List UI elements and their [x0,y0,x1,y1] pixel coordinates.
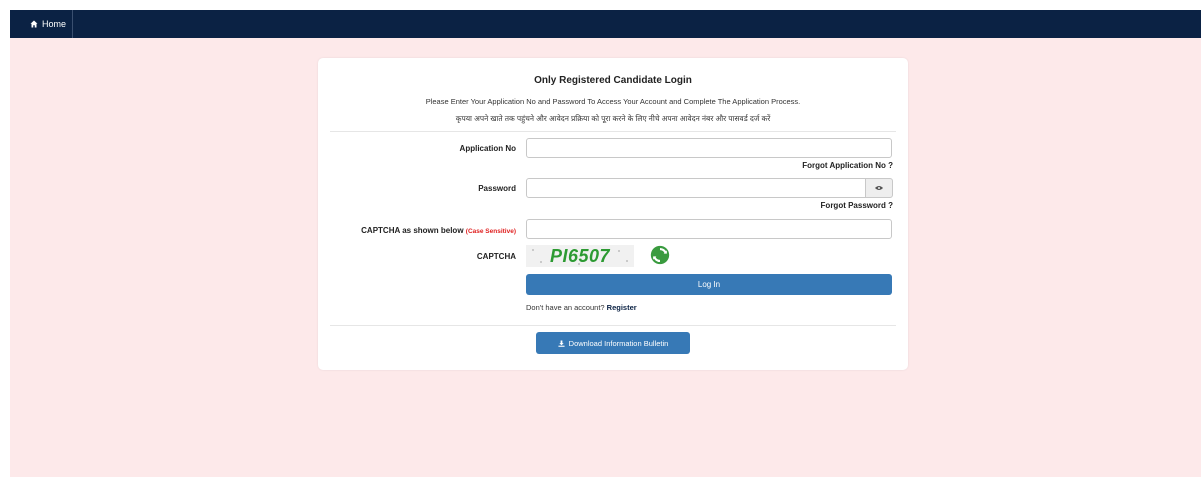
download-bulletin-label: Download Information Bulletin [568,338,669,348]
password-group [526,178,893,198]
home-link[interactable]: Home [10,10,74,38]
captcha-input-label: CAPTCHA as shown below (Case Sensitive) [361,226,516,235]
refresh-icon[interactable] [649,244,671,266]
footer-divider [330,325,896,326]
captcha-input[interactable] [526,219,892,239]
home-icon [30,20,38,28]
forgot-application-link[interactable]: Forgot Application No ? [802,161,893,170]
password-input[interactable] [526,178,866,198]
application-no-input[interactable] [526,138,892,158]
register-link[interactable]: Register [607,303,637,312]
password-label: Password [478,184,516,193]
forgot-password-link[interactable]: Forgot Password ? [821,201,893,210]
captcha-input-label-text: CAPTCHA as shown below [361,226,464,235]
case-sensitive-note: (Case Sensitive) [465,228,516,235]
captcha-code: PI6507 [549,245,611,266]
register-prompt: Don't have an account? Register [526,303,637,312]
header-divider [330,131,896,132]
captcha-label: CAPTCHA [476,252,516,261]
login-card: Only Registered Candidate Login Please E… [318,58,908,370]
download-bulletin-button[interactable]: Download Information Bulletin [536,332,690,354]
no-account-text: Don't have an account? [526,303,605,312]
login-button[interactable]: Log In [526,274,892,295]
page-background: Home Only Registered Candidate Login Ple… [10,10,1201,477]
login-title: Only Registered Candidate Login [534,75,692,86]
eye-icon [875,185,883,191]
application-no-label: Application No [459,144,516,153]
home-link-label: Home [42,19,67,29]
password-toggle-button[interactable] [865,178,893,198]
login-instructions-hindi: कृपया अपने खाते तक पहुंचने और आवेदन प्रक… [455,114,771,123]
top-navbar: Home [10,10,1201,38]
download-icon [558,339,565,347]
captcha-image: PI6507 [526,245,634,267]
login-instructions: Please Enter Your Application No and Pas… [425,97,801,106]
